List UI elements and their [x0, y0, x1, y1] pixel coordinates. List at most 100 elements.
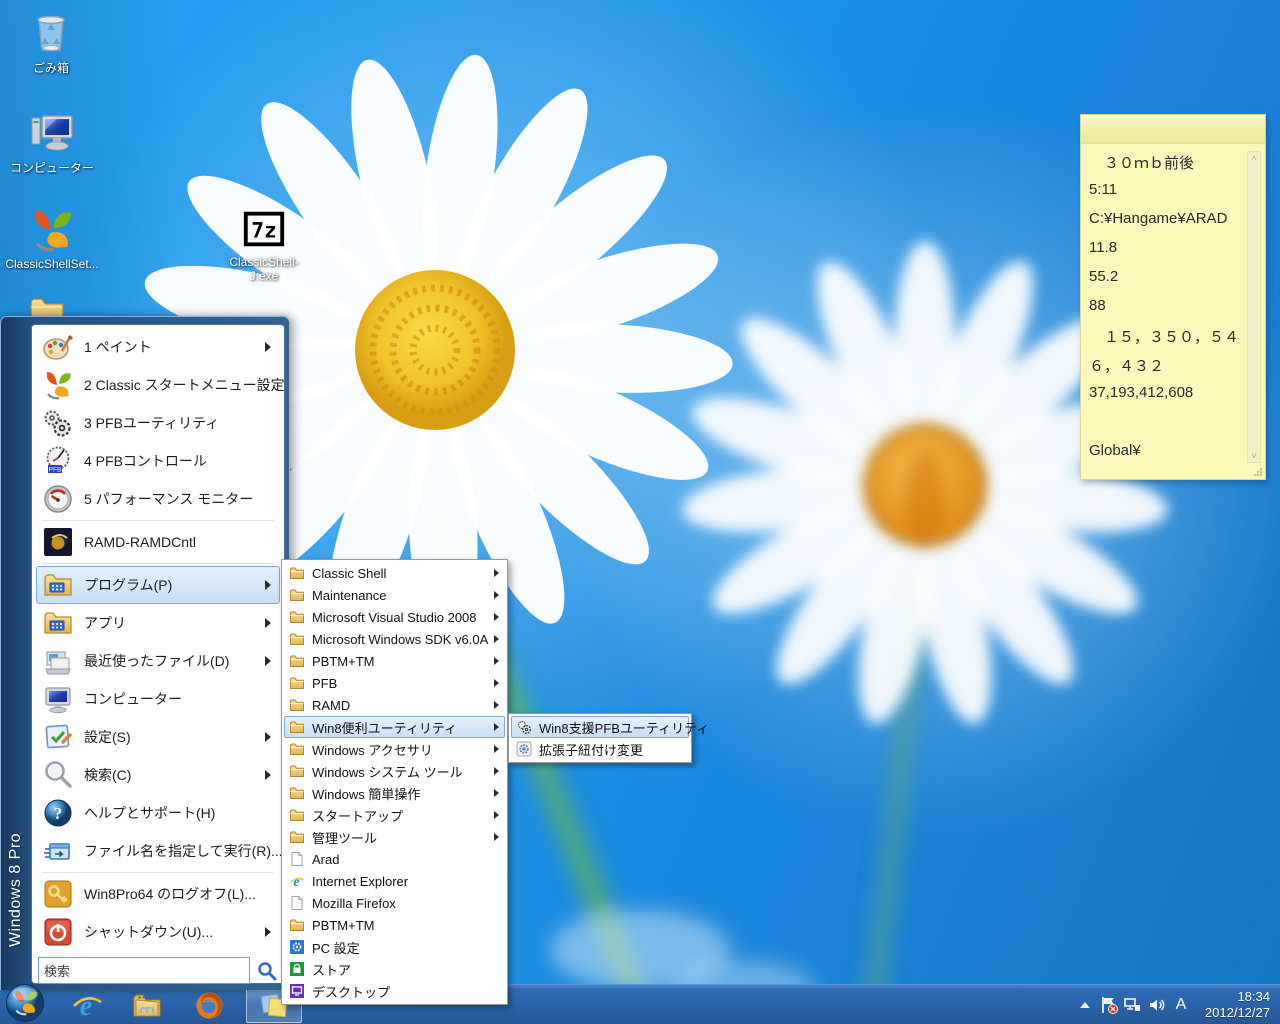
desktop-icon-recycle-bin[interactable]: ごみ箱 [3, 8, 99, 76]
start-item-classic-settings[interactable]: 2 Classic スタートメニュー設定 [36, 366, 280, 404]
submenu-item-pc-settings[interactable]: PC 設定 [284, 936, 505, 958]
submenu-item-windows-system-tools[interactable]: Windows システム ツール [284, 760, 505, 782]
start-item-run[interactable]: ファイル名を指定して実行(R)... [36, 832, 280, 870]
start-item-paint[interactable]: 1 ペイント [36, 328, 280, 366]
desktop-icon-label: コンピューター [4, 159, 100, 176]
submenu-item-pbtm-tm[interactable]: PBTM+TM [284, 650, 505, 672]
folder-icon [289, 829, 305, 845]
desktop-icon-label: ClassicShell-J.exe [216, 255, 312, 283]
submenu-arrow-icon [494, 723, 499, 731]
submenu-item-win8-support-pfb-utility[interactable]: Win8支援PFBユーティリティ [511, 716, 689, 738]
submenu-item-windows-accessories[interactable]: Windows アクセサリ [284, 738, 505, 760]
folder-icon [289, 763, 305, 779]
paint-icon [42, 331, 74, 363]
submenu-item-classic-shell[interactable]: Classic Shell [284, 562, 505, 584]
submenu-item-extension-association[interactable]: 拡張子紐付け変更 [511, 738, 689, 760]
start-button[interactable] [5, 983, 45, 1023]
folder-icon [289, 719, 305, 735]
submenu-item-visual-studio[interactable]: Microsoft Visual Studio 2008 [284, 606, 505, 628]
submenu-arrow-icon [494, 745, 499, 753]
start-search-input[interactable]: 検索 [38, 957, 250, 984]
ime-indicator[interactable]: A [1169, 985, 1193, 1024]
submenu-item-internet-explorer[interactable]: Internet Explorer [284, 870, 505, 892]
computer-icon [42, 683, 74, 715]
taskbar-internet-explorer-button[interactable] [62, 987, 112, 1023]
volume-icon[interactable] [1145, 985, 1169, 1024]
network-icon[interactable] [1121, 985, 1145, 1024]
start-item-search[interactable]: 検索(C) [36, 756, 280, 794]
submenu-arrow-icon [494, 613, 499, 621]
submenu-item-admin-tools[interactable]: 管理ツール [284, 826, 505, 848]
submenu-arrow-icon [265, 732, 271, 742]
submenu-item-startup[interactable]: スタートアップ [284, 804, 505, 826]
start-item-pfb-control[interactable]: 4 PFBコントロール [36, 442, 280, 480]
note-line: １５，３５０，５４ [1089, 326, 1245, 355]
start-item-ramd-cntl[interactable]: RAMD-RAMDCntl [36, 523, 280, 561]
submenu-arrow-icon [494, 657, 499, 665]
sticky-note-text[interactable]: ３０ｍｂ前後 5:11 C:¥Hangame¥ARAD 11.8 55.2 88… [1081, 145, 1245, 473]
action-center-icon[interactable] [1097, 985, 1121, 1024]
desktop: ごみ箱 コンピューター ClassicShellSet... ClassicSh… [0, 0, 1280, 1024]
note-line [1089, 413, 1245, 442]
submenu-item-arad[interactable]: Arad [284, 848, 505, 870]
submenu-arrow-icon [265, 656, 271, 666]
taskbar-clock[interactable]: 18:34 2012/12/27 [1193, 989, 1280, 1021]
submenu-item-store[interactable]: ストア [284, 958, 505, 980]
up-arrow-icon [1080, 1002, 1090, 1008]
settings-icon [42, 721, 74, 753]
start-item-programs[interactable]: プログラム(P) [36, 566, 280, 604]
run-icon [42, 835, 74, 867]
start-menu: Windows 8 Pro 1 ペイント 2 Classic スタートメニュー設… [0, 316, 290, 990]
start-item-settings[interactable]: 設定(S) [36, 718, 280, 756]
sticky-note[interactable]: ３０ｍｂ前後 5:11 C:¥Hangame¥ARAD 11.8 55.2 88… [1080, 114, 1266, 480]
desktop-icon-computer[interactable]: コンピューター [4, 108, 100, 176]
pc-settings-gear-icon [289, 939, 305, 955]
start-item-recent-files[interactable]: 最近使ったファイル(D) [36, 642, 280, 680]
start-item-shutdown[interactable]: シャットダウン(U)... [36, 913, 280, 951]
scroll-down-icon[interactable]: ˅ [1248, 451, 1260, 461]
show-hidden-icons-button[interactable] [1073, 985, 1097, 1024]
start-item-help[interactable]: ヘルプとサポート(H) [36, 794, 280, 832]
taskbar-file-explorer-button[interactable] [122, 987, 172, 1023]
desktop-icon-classicshell-setup[interactable]: ClassicShellSet... [4, 206, 100, 271]
scroll-up-icon[interactable]: ˄ [1248, 153, 1260, 163]
start-item-pfb-utility[interactable]: 3 PFBユーティリティ [36, 404, 280, 442]
submenu-arrow-icon [265, 927, 271, 937]
submenu-item-ramd[interactable]: RAMD [284, 694, 505, 716]
submenu-item-win8-utility[interactable]: Win8便利ユーティリティ [284, 716, 505, 738]
search-magnifier-icon[interactable] [256, 960, 278, 982]
classic-shell-icon [28, 206, 76, 254]
folder-icon [289, 653, 305, 669]
submenu-item-windows-ease-of-access[interactable]: Windows 簡単操作 [284, 782, 505, 804]
start-item-performance-monitor[interactable]: 5 パフォーマンス モニター [36, 480, 280, 518]
note-resize-grip[interactable] [1253, 467, 1263, 477]
file-icon [289, 895, 305, 911]
submenu-item-desktop[interactable]: デスクトップ [284, 980, 505, 1002]
submenu-item-maintenance[interactable]: Maintenance [284, 584, 505, 606]
submenu-item-windows-sdk[interactable]: Microsoft Windows SDK v6.0A [284, 628, 505, 650]
note-scrollbar[interactable]: ˄ ˅ [1247, 151, 1261, 463]
submenu-arrow-icon [494, 767, 499, 775]
internet-explorer-icon [289, 873, 305, 889]
note-line: Global¥ [1089, 442, 1245, 471]
note-line: 11.8 [1089, 239, 1245, 268]
submenu-item-mozilla-firefox[interactable]: Mozilla Firefox [284, 892, 505, 914]
clock-date: 2012/12/27 [1205, 1005, 1270, 1021]
gears-icon [42, 407, 74, 439]
submenu-arrow-icon [494, 789, 499, 797]
start-item-computer[interactable]: コンピューター [36, 680, 280, 718]
desktop-icon-classicshell-j[interactable]: ClassicShell-J.exe [216, 206, 312, 283]
submenu-item-pfb[interactable]: PFB [284, 672, 505, 694]
desktop-icon-label: ClassicShellSet... [4, 257, 100, 271]
system-tray: A 18:34 2012/12/27 [1073, 985, 1280, 1024]
start-item-apps[interactable]: アプリ [36, 604, 280, 642]
7zip-icon [241, 206, 287, 252]
submenu-item-pbtm-tm-2[interactable]: PBTM+TM [284, 914, 505, 936]
taskbar: A 18:34 2012/12/27 [0, 984, 1280, 1024]
internet-explorer-icon [71, 989, 103, 1021]
file-icon [289, 851, 305, 867]
start-item-logoff[interactable]: Win8Pro64 のログオフ(L)... [36, 875, 280, 913]
sticky-note-titlebar[interactable] [1081, 115, 1265, 144]
taskbar-firefox-button[interactable] [184, 987, 234, 1023]
submenu-arrow-icon [494, 591, 499, 599]
